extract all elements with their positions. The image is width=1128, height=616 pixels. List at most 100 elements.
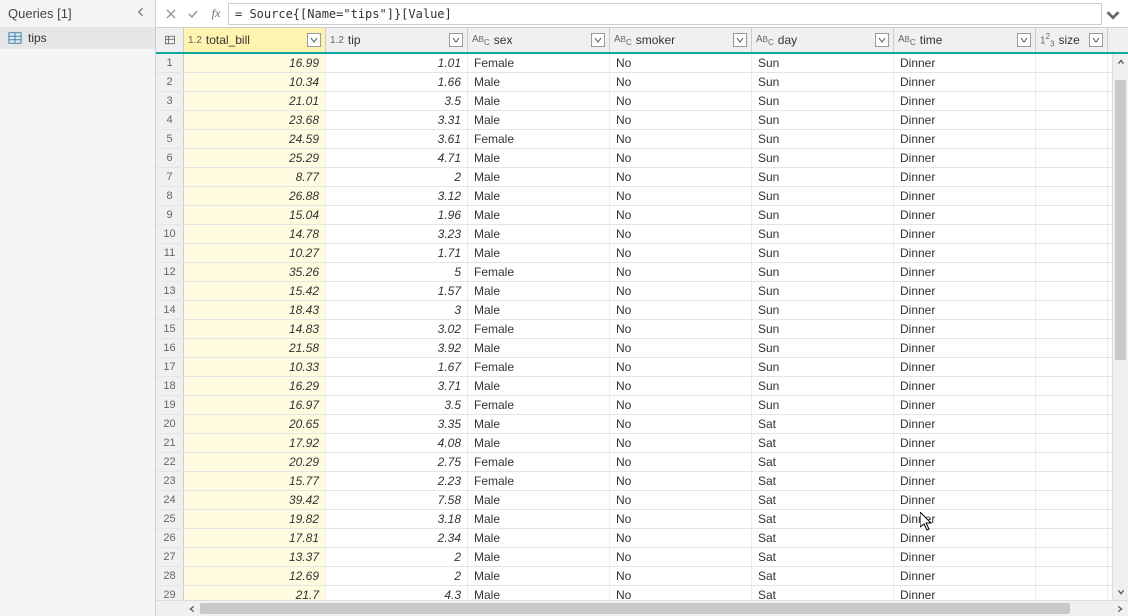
cell-day[interactable]: Sun [752,225,894,243]
row-number[interactable]: 5 [156,130,184,148]
cell-day[interactable]: Sat [752,586,894,600]
cell-time[interactable]: Dinner [894,225,1036,243]
cell-smoker[interactable]: No [610,130,752,148]
row-number[interactable]: 3 [156,92,184,110]
cell-total_bill[interactable]: 21.01 [184,92,326,110]
cell-total_bill[interactable]: 15.04 [184,206,326,224]
cell-sex[interactable]: Male [468,510,610,528]
cell-time[interactable]: Dinner [894,434,1036,452]
cell-sex[interactable]: Male [468,168,610,186]
cell-day[interactable]: Sat [752,567,894,585]
table-row[interactable]: 1418.433MaleNoSunDinner [156,301,1112,320]
cell-sex[interactable]: Male [468,377,610,395]
cell-time[interactable]: Dinner [894,301,1036,319]
row-number[interactable]: 20 [156,415,184,433]
cell-sex[interactable]: Female [468,263,610,281]
cell-tip[interactable]: 7.58 [326,491,468,509]
vscroll-thumb[interactable] [1115,80,1126,360]
table-row[interactable]: 210.341.66MaleNoSunDinner [156,73,1112,92]
cell-sex[interactable]: Female [468,453,610,471]
cell-size[interactable] [1036,510,1108,528]
hscroll-track[interactable] [200,601,1112,616]
row-number[interactable]: 25 [156,510,184,528]
cell-smoker[interactable]: No [610,434,752,452]
cell-day[interactable]: Sun [752,73,894,91]
table-row[interactable]: 2519.823.18MaleNoSatDinner [156,510,1112,529]
cell-total_bill[interactable]: 10.34 [184,73,326,91]
table-row[interactable]: 2812.692MaleNoSatDinner [156,567,1112,586]
cell-day[interactable]: Sun [752,320,894,338]
row-number[interactable]: 9 [156,206,184,224]
column-filter-button[interactable] [875,33,889,47]
cell-size[interactable] [1036,187,1108,205]
cell-total_bill[interactable]: 13.37 [184,548,326,566]
cell-tip[interactable]: 1.66 [326,73,468,91]
cell-time[interactable]: Dinner [894,415,1036,433]
cell-sex[interactable]: Male [468,73,610,91]
scroll-down-arrow-icon[interactable] [1113,584,1128,600]
horizontal-scrollbar[interactable] [156,600,1128,616]
cell-smoker[interactable]: No [610,244,752,262]
column-filter-button[interactable] [733,33,747,47]
cell-tip[interactable]: 3.5 [326,396,468,414]
cell-total_bill[interactable]: 21.7 [184,586,326,600]
cell-day[interactable]: Sun [752,149,894,167]
cell-day[interactable]: Sat [752,510,894,528]
cell-smoker[interactable]: No [610,567,752,585]
cell-smoker[interactable]: No [610,301,752,319]
cell-tip[interactable]: 3.71 [326,377,468,395]
column-filter-button[interactable] [449,33,463,47]
cell-total_bill[interactable]: 20.65 [184,415,326,433]
cell-day[interactable]: Sat [752,491,894,509]
cell-sex[interactable]: Male [468,548,610,566]
cell-size[interactable] [1036,339,1108,357]
table-row[interactable]: 116.991.01FemaleNoSunDinner [156,54,1112,73]
cell-total_bill[interactable]: 20.29 [184,453,326,471]
row-number[interactable]: 11 [156,244,184,262]
cell-tip[interactable]: 2 [326,168,468,186]
column-header-tip[interactable]: 1.2tip [326,28,468,52]
cell-tip[interactable]: 3 [326,301,468,319]
cell-total_bill[interactable]: 16.29 [184,377,326,395]
cell-smoker[interactable]: No [610,282,752,300]
cell-time[interactable]: Dinner [894,263,1036,281]
cell-sex[interactable]: Female [468,396,610,414]
column-filter-button[interactable] [1089,33,1103,47]
cell-smoker[interactable]: No [610,206,752,224]
cell-size[interactable] [1036,472,1108,490]
column-filter-button[interactable] [591,33,605,47]
cell-day[interactable]: Sun [752,92,894,110]
column-header-size[interactable]: 123size [1036,28,1108,52]
cell-sex[interactable]: Male [468,111,610,129]
table-row[interactable]: 1014.783.23MaleNoSunDinner [156,225,1112,244]
cell-day[interactable]: Sat [752,434,894,452]
cell-tip[interactable]: 1.67 [326,358,468,376]
cell-total_bill[interactable]: 12.69 [184,567,326,585]
row-number[interactable]: 1 [156,54,184,72]
row-number[interactable]: 14 [156,301,184,319]
cell-tip[interactable]: 1.96 [326,206,468,224]
cell-tip[interactable]: 2 [326,567,468,585]
table-row[interactable]: 423.683.31MaleNoSunDinner [156,111,1112,130]
cell-sex[interactable]: Male [468,491,610,509]
cell-total_bill[interactable]: 19.82 [184,510,326,528]
cell-smoker[interactable]: No [610,149,752,167]
cell-day[interactable]: Sun [752,377,894,395]
cell-smoker[interactable]: No [610,377,752,395]
cell-total_bill[interactable]: 23.68 [184,111,326,129]
column-header-day[interactable]: ABCday [752,28,894,52]
cell-size[interactable] [1036,111,1108,129]
cell-total_bill[interactable]: 17.81 [184,529,326,547]
table-row[interactable]: 2439.427.58MaleNoSatDinner [156,491,1112,510]
cell-time[interactable]: Dinner [894,491,1036,509]
cell-smoker[interactable]: No [610,54,752,72]
cell-tip[interactable]: 3.35 [326,415,468,433]
cell-smoker[interactable]: No [610,263,752,281]
table-row[interactable]: 524.593.61FemaleNoSunDinner [156,130,1112,149]
cell-time[interactable]: Dinner [894,472,1036,490]
cell-sex[interactable]: Male [468,434,610,452]
cell-smoker[interactable]: No [610,453,752,471]
cell-size[interactable] [1036,548,1108,566]
table-row[interactable]: 2617.812.34MaleNoSatDinner [156,529,1112,548]
row-number[interactable]: 23 [156,472,184,490]
